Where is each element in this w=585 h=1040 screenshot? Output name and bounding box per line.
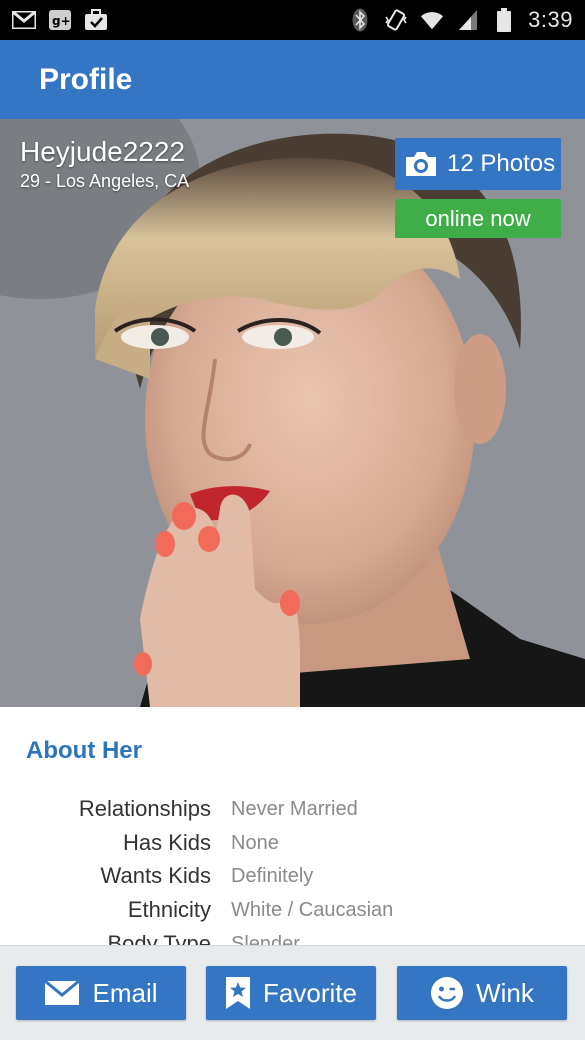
detail-value: Slender	[231, 932, 300, 946]
about-section: About Her Relationships Never Married Ha…	[0, 707, 585, 945]
tasks-bag-icon	[84, 9, 108, 31]
vibrate-icon	[384, 9, 408, 31]
status-time: 3:39	[528, 7, 573, 32]
detail-row-relationships: Relationships Never Married	[0, 794, 585, 824]
app-bar: Profile	[0, 40, 585, 119]
wink-button[interactable]: Wink	[397, 966, 567, 1020]
wink-face-icon	[430, 976, 464, 1010]
detail-value: Never Married	[231, 797, 358, 820]
detail-label: Body Type	[107, 931, 211, 945]
status-left-icons: g+	[12, 9, 108, 31]
envelope-icon	[44, 980, 81, 1006]
email-button-label: Email	[92, 977, 158, 1008]
email-button[interactable]: Email	[16, 966, 186, 1020]
photos-count-button[interactable]: 12 Photos	[395, 138, 561, 190]
photos-count-label: 12 Photos	[447, 150, 556, 177]
status-right-icons: 3:39	[348, 7, 573, 33]
svg-text:g+: g+	[52, 14, 71, 28]
detail-row-ethnicity: Ethnicity White / Caucasian	[0, 895, 585, 925]
action-bar: Email Favorite Wink	[0, 945, 585, 1040]
online-status-badge: online now	[395, 199, 561, 238]
profile-username: Heyjude2222	[20, 136, 186, 167]
detail-label: Has Kids	[122, 830, 211, 855]
wifi-icon	[420, 9, 444, 31]
detail-row-body-type: Body Type Slender	[0, 929, 585, 945]
gmail-icon	[12, 9, 36, 31]
bluetooth-icon	[348, 8, 372, 32]
profile-age-location: 29 - Los Angeles, CA	[20, 171, 190, 191]
google-plus-icon: g+	[48, 9, 72, 31]
battery-icon	[492, 8, 516, 32]
detail-label: Ethnicity	[127, 897, 211, 922]
about-heading: About Her	[26, 737, 142, 764]
detail-row-wants-kids: Wants Kids Definitely	[0, 861, 585, 891]
camera-icon	[403, 150, 439, 178]
favorite-button[interactable]: Favorite	[206, 966, 376, 1020]
online-status-label: online now	[425, 205, 531, 231]
signal-icon	[456, 9, 480, 31]
favorite-button-label: Favorite	[263, 977, 357, 1008]
page-title: Profile	[39, 62, 133, 96]
bookmark-star-icon	[225, 976, 251, 1010]
detail-value: None	[231, 831, 279, 854]
detail-value: White / Caucasian	[231, 898, 394, 921]
detail-row-has-kids: Has Kids None	[0, 828, 585, 858]
detail-label: Relationships	[78, 796, 211, 821]
wink-button-label: Wink	[476, 977, 534, 1008]
status-bar: g+ 3:39	[0, 0, 585, 40]
detail-label: Wants Kids	[100, 863, 211, 888]
detail-value: Definitely	[231, 864, 314, 887]
